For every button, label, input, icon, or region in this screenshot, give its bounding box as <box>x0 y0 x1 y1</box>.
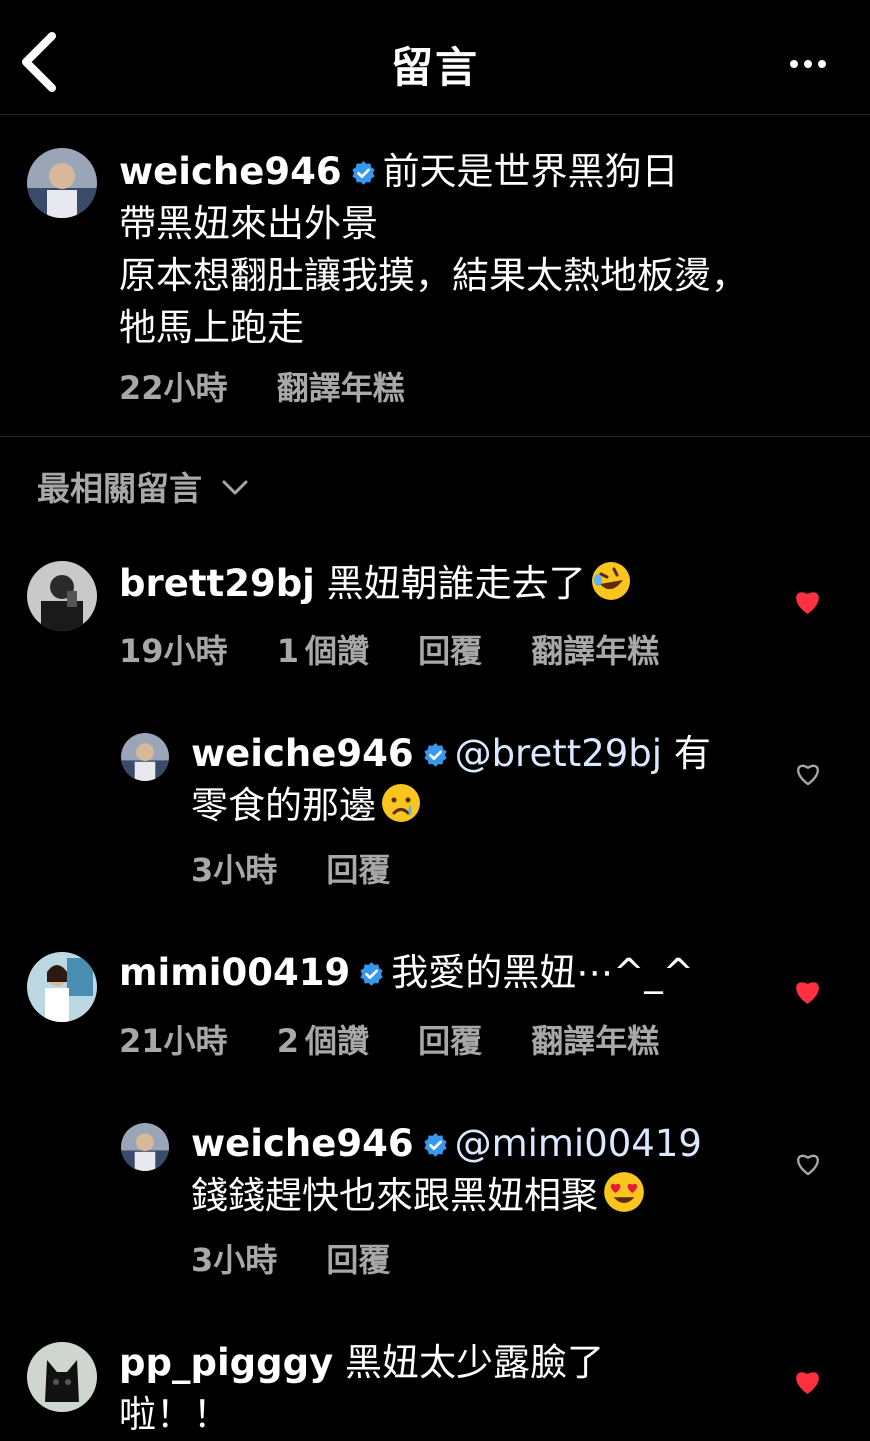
reply-link[interactable]: 回覆 <box>418 1016 482 1062</box>
like-count[interactable]: 2 個讚 <box>277 1016 369 1062</box>
page-title: 留言 <box>390 43 479 92</box>
heart-filled-icon[interactable] <box>793 978 822 1005</box>
reply-meta: 3小時 回覆 <box>191 845 390 891</box>
more-options-icon[interactable] <box>786 52 830 76</box>
heart-eyes-emoji-icon <box>604 1172 644 1212</box>
timestamp: 22小時 <box>119 369 228 407</box>
caption-line-3: 原本想翻肚讓我摸，結果太熱地板燙， <box>119 254 748 297</box>
reply-body: weiche946 @mimi00419 錢錢趕快也來跟黑妞相聚 <box>191 1118 771 1222</box>
caption-line-1: 前天是世界黑狗日 <box>382 150 679 193</box>
mention-link[interactable]: @mimi00419 <box>455 1122 702 1165</box>
avatar[interactable] <box>27 148 97 218</box>
caption-line-4: 牠馬上跑走 <box>119 306 304 349</box>
mention-link[interactable]: @brett29bj <box>455 732 663 775</box>
heart-filled-icon[interactable] <box>793 588 822 615</box>
timestamp: 21小時 <box>119 1022 228 1060</box>
comment-username[interactable]: brett29bj <box>119 562 315 605</box>
verified-badge-icon <box>360 962 383 986</box>
comment-meta: 19小時 1 個讚 回覆 翻譯年糕 <box>119 626 659 672</box>
verified-badge-icon <box>423 743 447 767</box>
translate-link[interactable]: 翻譯年糕 <box>531 1016 659 1062</box>
comment-body: pp_pigggy 黑妞太少露臉了 啦！！ <box>119 1337 739 1441</box>
timestamp: 3小時 <box>191 851 278 889</box>
post-username[interactable]: weiche946 <box>119 150 342 193</box>
timestamp: 3小時 <box>191 1241 278 1279</box>
heart-outline-icon[interactable] <box>794 1151 822 1177</box>
reply-username[interactable]: weiche946 <box>191 732 414 775</box>
post-meta: 22小時 翻譯年糕 <box>119 363 405 409</box>
heart-filled-icon[interactable] <box>793 1368 822 1395</box>
comment-text: 我愛的黑妞⋯^_^ <box>391 951 694 994</box>
comment-body: brett29bj 黑妞朝誰走去了 <box>119 558 779 610</box>
verified-badge-icon <box>423 1133 447 1157</box>
reply-text: 有 <box>673 732 711 775</box>
reply-link[interactable]: 回覆 <box>326 845 390 891</box>
reply-body: weiche946 @brett29bj 有 零食的那邊 <box>191 728 771 832</box>
verified-badge-icon <box>351 161 375 185</box>
comment-text: 黑妞太少露臉了 <box>344 1341 604 1384</box>
like-count[interactable]: 1 個讚 <box>277 626 369 672</box>
comment-meta: 21小時 2 個讚 回覆 翻譯年糕 <box>119 1016 659 1062</box>
caption-line-2: 帶黑妞來出外景 <box>119 202 378 245</box>
top-bar: 留言 <box>0 0 870 115</box>
translate-link[interactable]: 翻譯年糕 <box>531 626 659 672</box>
crying-face-emoji-icon <box>382 784 420 822</box>
rolling-laughing-emoji-icon <box>591 562 630 600</box>
comment-username[interactable]: mimi00419 <box>119 951 350 994</box>
reply-meta: 3小時 回覆 <box>191 1235 390 1281</box>
comment-sort-dropdown[interactable]: 最相關留言 <box>37 462 248 510</box>
translate-link[interactable]: 翻譯年糕 <box>277 363 405 409</box>
heart-outline-icon[interactable] <box>794 761 822 787</box>
reply-link[interactable]: 回覆 <box>418 626 482 672</box>
reply-link[interactable]: 回覆 <box>326 1235 390 1281</box>
avatar[interactable] <box>27 1342 97 1412</box>
avatar[interactable] <box>121 733 169 781</box>
sort-label: 最相關留言 <box>37 469 202 508</box>
comment-text: 黑妞朝誰走去了 <box>326 562 586 605</box>
divider <box>0 436 870 437</box>
chevron-down-icon <box>222 480 248 495</box>
comment-text-line-2: 啦！！ <box>119 1393 230 1436</box>
reply-text-line-2: 零食的那邊 <box>191 784 376 827</box>
avatar[interactable] <box>27 952 97 1022</box>
timestamp: 19小時 <box>119 632 228 670</box>
comment-username[interactable]: pp_pigggy <box>119 1341 333 1384</box>
reply-text: 錢錢趕快也來跟黑妞相聚 <box>191 1174 598 1217</box>
avatar[interactable] <box>27 561 97 631</box>
comment-body: mimi00419 我愛的黑妞⋯^_^ <box>119 947 779 999</box>
avatar[interactable] <box>121 1123 169 1171</box>
reply-username[interactable]: weiche946 <box>191 1122 414 1165</box>
post-caption: weiche946 前天是世界黑狗日 帶黑妞來出外景 原本想翻肚讓我摸，結果太熱地… <box>119 146 839 354</box>
